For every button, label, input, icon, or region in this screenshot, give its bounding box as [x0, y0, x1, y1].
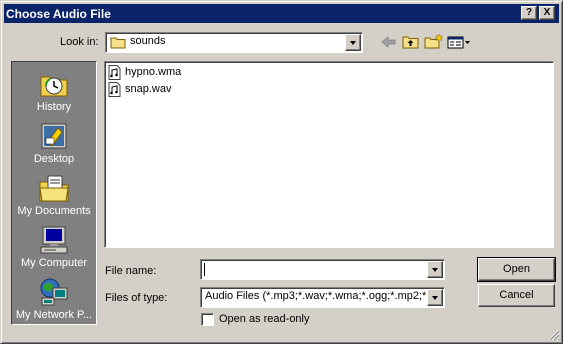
file-type-dropdown-button[interactable]: [427, 289, 443, 306]
file-name: hypno.wma: [125, 66, 182, 78]
place-my-network-places-label: My Network P...: [15, 309, 93, 321]
list-item[interactable]: snap.wav: [108, 81, 171, 97]
look-in-combo[interactable]: sounds: [105, 32, 363, 53]
up-folder-icon[interactable]: [400, 32, 422, 52]
file-list[interactable]: hypno.wma snap.wav: [104, 61, 554, 248]
place-my-documents[interactable]: My Documents: [12, 168, 96, 220]
file-type-value: Audio Files (*.mp3;*.wav;*.wma;*.ogg;*.m…: [205, 290, 427, 302]
file-name-dropdown-button[interactable]: [427, 261, 443, 278]
look-in-value: sounds: [130, 35, 166, 47]
file-name-input[interactable]: [200, 259, 445, 280]
history-icon: [40, 76, 68, 97]
choose-audio-file-dialog: Choose Audio File ? X Look in: sounds Hi…: [0, 0, 563, 344]
resize-grip-icon[interactable]: [548, 329, 560, 341]
file-name-label: File name:: [105, 265, 157, 277]
folder-icon: [110, 37, 126, 49]
new-folder-icon[interactable]: [422, 32, 444, 52]
read-only-label: Open as read-only: [219, 313, 310, 325]
view-menu-icon[interactable]: [446, 32, 472, 52]
open-button[interactable]: Open: [477, 257, 556, 282]
my-network-places-icon: [40, 278, 68, 306]
window-title: Choose Audio File: [6, 6, 111, 21]
place-desktop[interactable]: Desktop: [12, 116, 96, 168]
my-documents-icon: [39, 175, 69, 202]
place-history[interactable]: History: [12, 64, 96, 116]
place-my-computer-label: My Computer: [20, 257, 88, 269]
title-bar[interactable]: Choose Audio File ? X: [4, 4, 559, 23]
audio-file-icon: [108, 81, 121, 97]
text-cursor: [204, 263, 205, 276]
look-in-label: Look in:: [60, 36, 99, 48]
back-arrow-icon[interactable]: [378, 32, 400, 52]
look-in-dropdown-button[interactable]: [345, 34, 361, 51]
help-button[interactable]: ?: [521, 6, 537, 20]
my-computer-icon: [40, 226, 68, 254]
list-item[interactable]: hypno.wma: [108, 64, 181, 80]
place-my-computer[interactable]: My Computer: [12, 220, 96, 272]
file-type-select[interactable]: Audio Files (*.mp3;*.wav;*.wma;*.ogg;*.m…: [200, 287, 445, 308]
place-my-network-places[interactable]: My Network P...: [12, 272, 96, 324]
audio-file-icon: [108, 64, 121, 80]
read-only-checkbox[interactable]: [201, 313, 214, 326]
file-type-label: Files of type:: [105, 292, 168, 304]
place-desktop-label: Desktop: [33, 153, 75, 165]
cancel-button[interactable]: Cancel: [478, 284, 555, 307]
place-my-documents-label: My Documents: [17, 205, 91, 217]
close-button[interactable]: X: [539, 6, 555, 20]
desktop-icon: [41, 123, 67, 149]
file-name: snap.wav: [125, 83, 172, 95]
places-bar: History Desktop My Documents My Computer…: [11, 61, 97, 325]
place-history-label: History: [36, 101, 72, 113]
